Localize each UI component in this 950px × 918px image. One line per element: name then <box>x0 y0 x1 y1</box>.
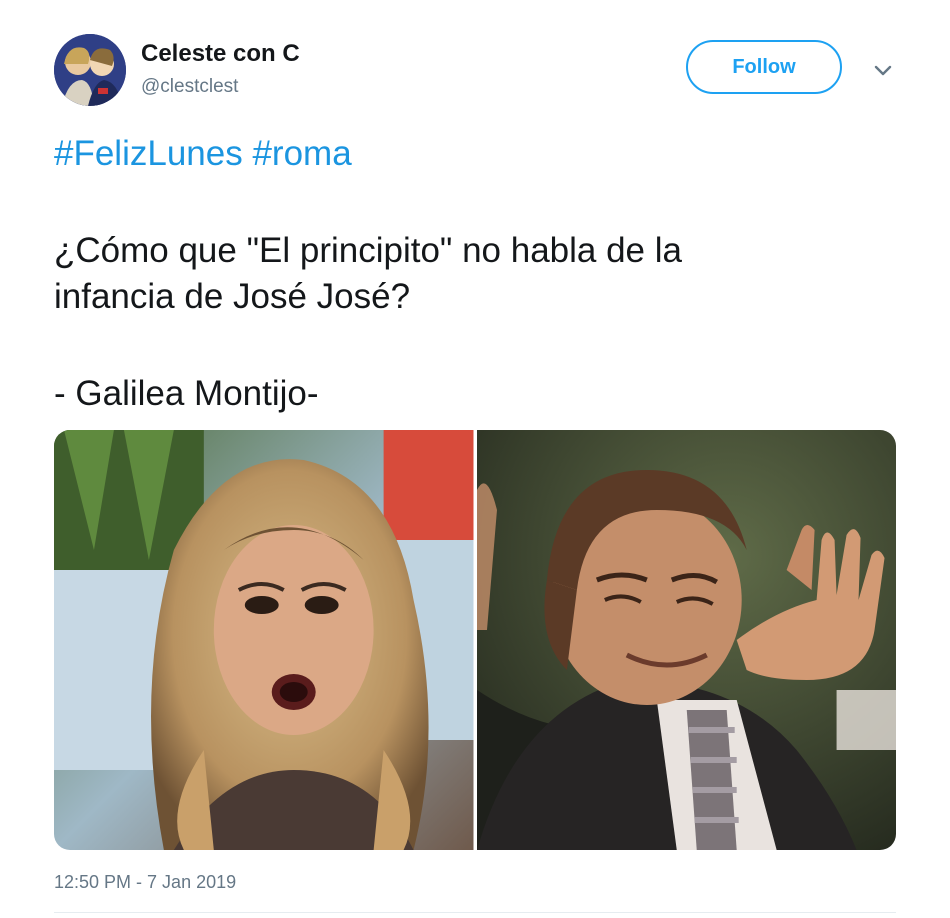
timestamp-separator: - <box>131 872 148 892</box>
avatar[interactable] <box>54 34 126 106</box>
user-handle[interactable]: @clestclest <box>141 76 238 98</box>
follow-button[interactable]: Follow <box>686 40 842 94</box>
media-grid <box>54 430 896 850</box>
tweet-text-line: - Galilea Montijo- <box>54 374 319 413</box>
hashtag-line: #FelizLunes #roma <box>54 131 352 177</box>
hashtag-link[interactable]: #roma <box>252 134 351 173</box>
timestamp-time: 12:50 PM <box>54 872 132 892</box>
tweet-timestamp[interactable]: 12:50 PM - 7 Jan 2019 <box>54 872 236 893</box>
follow-button-label: Follow <box>732 55 796 78</box>
tweet-text-line: ¿Cómo que "El principito" no habla de la <box>54 231 682 270</box>
divider <box>54 912 896 913</box>
gesturing-man-photo[interactable] <box>476 430 896 850</box>
timestamp-date: 7 Jan 2019 <box>147 872 237 892</box>
surprised-woman-photo[interactable] <box>54 430 474 850</box>
hashtag-link[interactable]: #FelizLunes <box>54 134 243 173</box>
avatar-illustration-icon <box>54 34 126 106</box>
tweet-text-line: infancia de José José? <box>54 277 411 316</box>
tweet-card: Celeste con C @clestclest Follow #FelizL… <box>0 0 950 918</box>
chevron-down-icon[interactable] <box>872 60 894 82</box>
display-name[interactable]: Celeste con C <box>141 40 300 68</box>
